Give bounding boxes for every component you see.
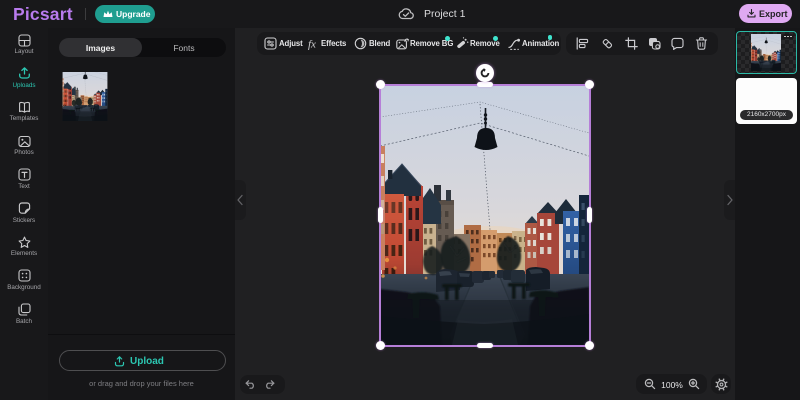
svg-text:fx: fx	[308, 39, 316, 51]
